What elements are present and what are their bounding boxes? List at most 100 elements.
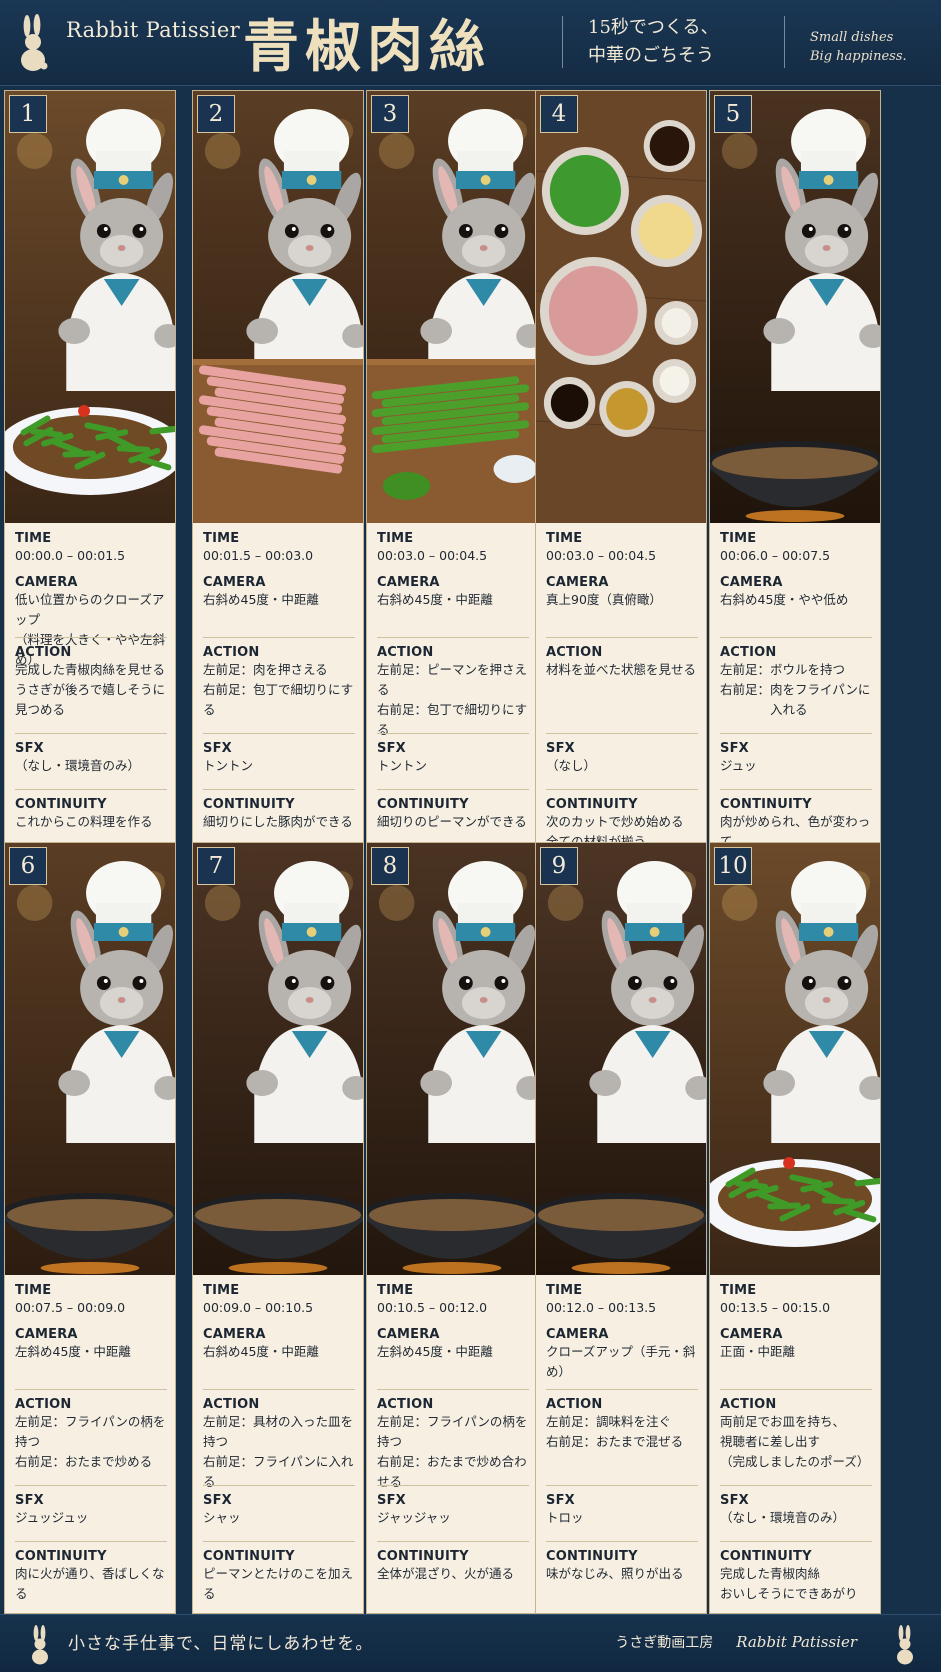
camera-value: 右斜め45度・中距離: [377, 592, 493, 607]
continuity-value: 全体が混ざり、火が通る: [377, 1566, 515, 1581]
footer-studio: うさぎ動画工房 Rabbit Patissier: [615, 1632, 857, 1652]
action-value: 左前足：ピーマンを押さえる 右前足：包丁で細切りにする: [377, 662, 528, 737]
action-value: 左前足：肉を押さえる 右前足：包丁で細切りにする: [203, 662, 354, 717]
storyboard-panel: 1 TIME 00:00.0 – 00:01.5 CAMERA 低い位置からのク…: [4, 90, 176, 862]
camera-label: CAMERA: [377, 1327, 440, 1342]
sfx-value: ジャッジャッ: [377, 1510, 451, 1525]
time-field: TIME 00:07.5 – 00:09.0: [15, 1283, 167, 1318]
camera-label: CAMERA: [720, 1327, 783, 1342]
sfx-value: シャッ: [203, 1510, 241, 1525]
time-value: 00:12.0 – 00:13.5: [546, 1300, 657, 1315]
scene-illustration: [5, 843, 175, 1275]
storyboard-panel: 8 TIME 00:10.5 – 00:12.0 CAMERA 左斜め45度・中…: [366, 842, 538, 1614]
continuity-label: CONTINUITY: [377, 1549, 469, 1564]
camera-value: 左斜め45度・中距離: [377, 1344, 493, 1359]
sfx-value: ジュッ: [720, 758, 757, 773]
time-label: TIME: [377, 531, 414, 546]
tagline: Small dishes Big happiness.: [810, 28, 907, 66]
continuity-label: CONTINUITY: [15, 797, 107, 812]
time-label: TIME: [377, 1283, 414, 1298]
time-label: TIME: [15, 1283, 52, 1298]
panel-number: 8: [371, 847, 409, 885]
header: Rabbit Patissier 青椒肉絲 15秒でつくる、 中華のごちそう S…: [0, 0, 941, 86]
time-value: 00:07.5 – 00:09.0: [15, 1300, 126, 1315]
sfx-value: トントン: [377, 758, 428, 773]
storyboard-panel: 3 TIME 00:03.0 – 00:04.5 CAMERA 右斜め45度・中…: [366, 90, 538, 862]
action-value: 材料を並べた状態を見せる: [546, 662, 697, 677]
sfx-field: SFX （なし）: [546, 733, 698, 776]
footer-studio-jp: うさぎ動画工房: [615, 1635, 714, 1651]
scene-illustration: [710, 843, 880, 1275]
camera-field: CAMERA 左斜め45度・中距離: [377, 1327, 529, 1362]
continuity-field: CONTINUITY 全体が混ざり、火が通る: [377, 1541, 529, 1584]
camera-field: CAMERA 左斜め45度・中距離: [15, 1327, 167, 1362]
camera-label: CAMERA: [15, 575, 78, 590]
sfx-field: SFX ジュッ: [720, 733, 872, 776]
continuity-label: CONTINUITY: [720, 1549, 812, 1564]
panel-number: 5: [714, 95, 752, 133]
camera-field: CAMERA 右斜め45度・中距離: [377, 575, 529, 610]
time-value: 00:03.0 – 00:04.5: [377, 548, 488, 563]
camera-value: 右斜め45度・中距離: [203, 592, 319, 607]
continuity-label: CONTINUITY: [377, 797, 469, 812]
camera-label: CAMERA: [203, 1327, 266, 1342]
camera-value: 右斜め45度・やや低め: [720, 592, 849, 607]
action-label: ACTION: [203, 1397, 260, 1412]
time-value: 00:09.0 – 00:10.5: [203, 1300, 314, 1315]
continuity-field: CONTINUITY 味がなじみ、照りが出る: [546, 1541, 698, 1584]
sfx-value: （なし・環境音のみ）: [720, 1510, 846, 1525]
continuity-field: CONTINUITY 肉に火が通り、香ばしくなる: [15, 1541, 167, 1604]
sfx-field: SFX （なし・環境音のみ）: [15, 733, 167, 776]
scene-illustration: [367, 843, 537, 1275]
action-field: ACTION 材料を並べた状態を見せる: [546, 637, 698, 680]
storyboard-panel: 9 TIME 00:12.0 – 00:13.5 CAMERA クローズアップ（…: [535, 842, 707, 1614]
brand-name: Rabbit Patissier: [66, 18, 240, 42]
camera-value: 正面・中距離: [720, 1344, 796, 1359]
sfx-label: SFX: [15, 741, 44, 756]
camera-label: CAMERA: [546, 575, 609, 590]
action-label: ACTION: [720, 1397, 777, 1412]
time-value: 00:10.5 – 00:12.0: [377, 1300, 488, 1315]
subtitle: 15秒でつくる、 中華のごちそう: [588, 14, 719, 70]
continuity-field: CONTINUITY ピーマンとたけのこを加える: [203, 1541, 355, 1604]
scene-illustration: [193, 843, 363, 1275]
sfx-field: SFX トントン: [377, 733, 529, 776]
action-label: ACTION: [377, 645, 434, 660]
sfx-value: トロッ: [546, 1510, 584, 1525]
sfx-label: SFX: [546, 1493, 575, 1508]
time-label: TIME: [720, 531, 757, 546]
time-field: TIME 00:06.0 – 00:07.5: [720, 531, 872, 566]
sfx-label: SFX: [203, 741, 232, 756]
action-field: ACTION 左前足：フライパンの柄を持つ 右前足：おたまで炒める: [15, 1389, 167, 1472]
camera-value: 左斜め45度・中距離: [15, 1344, 131, 1359]
camera-value: 右斜め45度・中距離: [203, 1344, 319, 1359]
continuity-label: CONTINUITY: [15, 1549, 107, 1564]
camera-field: CAMERA 右斜め45度・やや低め: [720, 575, 872, 610]
scene-illustration: [193, 91, 363, 523]
continuity-value: ピーマンとたけのこを加える: [203, 1566, 354, 1601]
action-field: ACTION 左前足：フライパンの柄を持つ 右前足：おたまで炒め合わせる: [377, 1389, 529, 1492]
continuity-field: CONTINUITY これからこの料理を作る: [15, 789, 167, 832]
time-value: 00:00.0 – 00:01.5: [15, 548, 126, 563]
sfx-value: （なし）: [546, 758, 597, 773]
sfx-field: SFX トロッ: [546, 1485, 698, 1528]
time-value: 00:01.5 – 00:03.0: [203, 548, 314, 563]
scene-illustration: [710, 91, 880, 523]
camera-value: 真上90度（真俯瞰）: [546, 592, 662, 607]
sfx-field: SFX （なし・環境音のみ）: [720, 1485, 872, 1528]
continuity-value: 味がなじみ、照りが出る: [546, 1566, 684, 1581]
sfx-value: トントン: [203, 758, 254, 773]
camera-label: CAMERA: [15, 1327, 78, 1342]
action-field: ACTION 完成した青椒肉絲を見せる うさぎが後ろで嬉しそうに 見つめる: [15, 637, 167, 720]
storyboard-panel: 4 TIME 00:03.0 – 00:04.5 CAMERA 真上90度（真俯…: [535, 90, 707, 862]
sfx-label: SFX: [377, 1493, 406, 1508]
action-value: 左前足：調味料を注ぐ 右前足：おたまで混ぜる: [546, 1414, 684, 1449]
panel-number: 9: [540, 847, 578, 885]
time-label: TIME: [546, 1283, 583, 1298]
action-label: ACTION: [377, 1397, 434, 1412]
page-title: 青椒肉絲: [243, 14, 491, 80]
camera-field: CAMERA 真上90度（真俯瞰）: [546, 575, 698, 610]
continuity-label: CONTINUITY: [546, 797, 638, 812]
time-field: TIME 00:01.5 – 00:03.0: [203, 531, 355, 566]
camera-value: クローズアップ（手元・斜め）: [546, 1344, 696, 1379]
